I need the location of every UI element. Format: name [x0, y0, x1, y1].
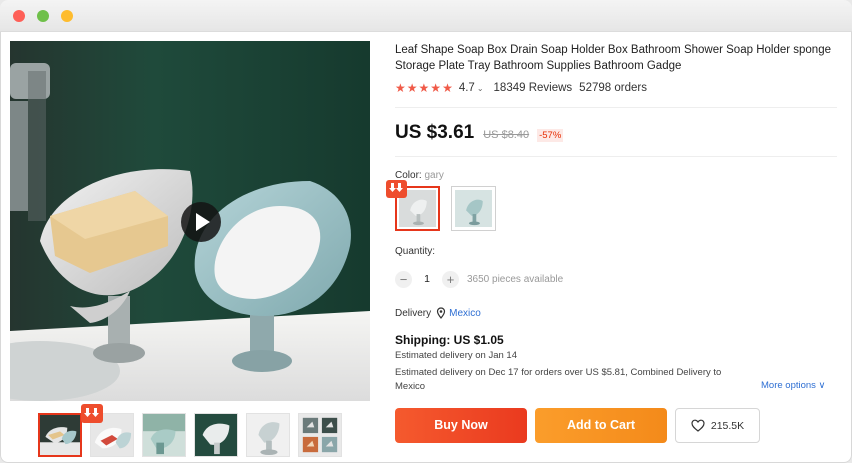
chevron-down-icon[interactable]: ⌄ [477, 84, 484, 93]
thumbnail-1[interactable] [38, 413, 82, 457]
shipping-price: Shipping: US $1.05 [395, 333, 504, 347]
price-drop-icon [81, 404, 103, 423]
estimated-delivery-combined: Estimated delivery on Dec 17 for orders … [395, 367, 722, 392]
rating-value[interactable]: 4.7 [459, 82, 475, 94]
thumbnail-5[interactable] [246, 413, 290, 457]
estimated-delivery: Estimated delivery on Jan 14 [395, 350, 517, 361]
buy-now-button[interactable]: Buy Now [395, 408, 527, 443]
close-window-button[interactable] [13, 10, 25, 22]
decrease-quantity-button[interactable]: − [395, 270, 412, 288]
browser-window: Leaf Shape Soap Box Drain Soap Holder Bo… [0, 0, 852, 463]
increase-quantity-button[interactable]: + [442, 270, 459, 288]
star-icon: ★ [406, 81, 418, 95]
orders-count: 52798 orders [579, 82, 647, 94]
original-price: US $8.40 [483, 129, 530, 141]
more-options-link[interactable]: More options ∨ [761, 380, 826, 391]
reviews-count[interactable]: 18349 Reviews [494, 82, 573, 94]
zoom-window-button[interactable] [61, 10, 73, 22]
quantity-label: Quantity: [395, 246, 436, 257]
rating-row: ★ ★ ★ ★ ★ 4.7 ⌄ 18349 Reviews 52798 orde… [395, 80, 647, 96]
play-video-button[interactable] [181, 202, 221, 242]
delivery-label: Delivery [395, 307, 432, 319]
wishlist-button[interactable]: 215.5K [675, 408, 760, 443]
rating-stars: ★ ★ ★ ★ ★ [395, 82, 453, 94]
thumbnail-4[interactable] [194, 413, 238, 457]
price-row: US $3.61 US $8.40 -57% [395, 122, 564, 146]
star-icon: ★ [442, 81, 453, 95]
delivery-country-link[interactable]: Mexico [449, 308, 481, 319]
heart-icon [691, 419, 705, 432]
price-drop-icon [386, 180, 407, 198]
minimize-window-button[interactable] [37, 10, 49, 22]
star-icon: ★ [418, 81, 430, 95]
product-title: Leaf Shape Soap Box Drain Soap Holder Bo… [395, 44, 831, 72]
product-main-image[interactable] [10, 41, 370, 401]
current-price: US $3.61 [395, 122, 475, 143]
divider [395, 156, 837, 157]
add-to-cart-button[interactable]: Add to Cart [535, 408, 667, 443]
location-pin-icon [437, 307, 446, 319]
color-selected-value: gary [424, 170, 444, 181]
thumbnail-6[interactable] [298, 413, 342, 457]
thumbnail-3[interactable] [142, 413, 186, 457]
star-icon: ★ [395, 81, 406, 95]
wishlist-count: 215.5K [710, 419, 745, 432]
color-option-green[interactable] [451, 186, 496, 231]
quantity-stepper: − 1 + 3650 pieces available [395, 270, 563, 288]
delivery-row: Delivery Mexico [395, 307, 481, 319]
window-titlebar [0, 0, 852, 32]
divider [395, 107, 837, 108]
star-icon: ★ [430, 81, 442, 95]
quantity-value[interactable]: 1 [412, 273, 442, 285]
discount-badge: -57% [537, 129, 564, 142]
pieces-available: 3650 pieces available [467, 273, 564, 285]
